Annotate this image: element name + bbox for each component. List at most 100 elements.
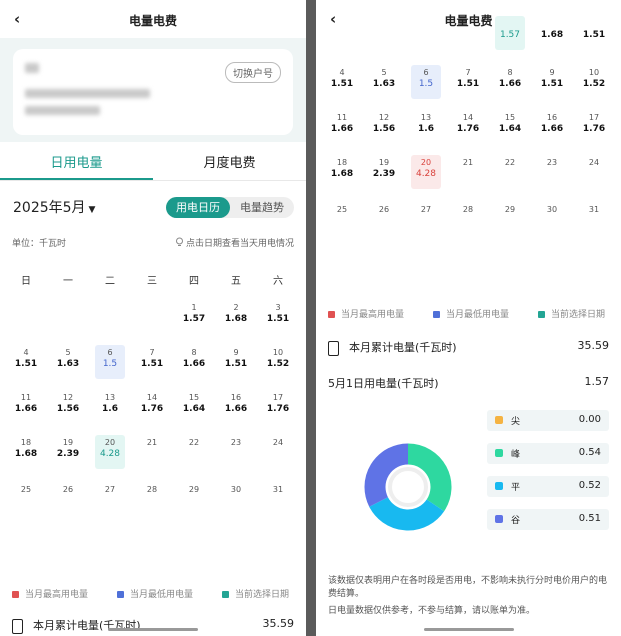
- calendar-day[interactable]: 7 1.51: [137, 345, 167, 379]
- calendar-day[interactable]: 14 1.76: [453, 110, 483, 144]
- calendar-day[interactable]: 9 1.51: [221, 345, 251, 379]
- legend-label: 当前选择日期: [551, 310, 606, 320]
- calendar-day[interactable]: 20 4.28: [95, 435, 125, 469]
- calendar-day[interactable]: 30: [537, 202, 567, 220]
- day-usage: 1.66: [224, 404, 248, 414]
- calendar-day[interactable]: 19 2.39: [53, 435, 83, 469]
- redacted-name: [25, 63, 39, 73]
- calendar-day[interactable]: 24: [263, 435, 293, 453]
- day-number: 10: [272, 348, 284, 357]
- calendar-day[interactable]: 15 1.64: [179, 390, 209, 424]
- calendar-day[interactable]: 22: [179, 435, 209, 453]
- calendar-day[interactable]: 31: [579, 202, 609, 220]
- calendar-day[interactable]: 13 1.6: [95, 390, 125, 424]
- calendar-day[interactable]: 8 1.66: [495, 65, 525, 99]
- period-donut-chart: [364, 443, 452, 531]
- day-usage: 1.66: [14, 404, 38, 414]
- calendar-day[interactable]: 21.68: [537, 16, 567, 50]
- calendar-day[interactable]: 4 1.51: [11, 345, 41, 379]
- calendar-day[interactable]: 12 1.56: [53, 390, 83, 424]
- calendar-day[interactable]: 23: [221, 435, 251, 453]
- calendar-day[interactable]: 23: [537, 155, 567, 173]
- calendar-day[interactable]: 25: [327, 202, 357, 220]
- day-number: 21: [462, 158, 474, 167]
- calendar-day[interactable]: 5 1.63: [369, 65, 399, 99]
- legend-label: 当月最低用电量: [130, 590, 194, 600]
- calendar-day[interactable]: 6 1.5: [95, 345, 125, 379]
- calendar-day[interactable]: 12 1.56: [369, 110, 399, 144]
- switch-account-button[interactable]: 切换户号: [225, 62, 281, 83]
- toggle-trend[interactable]: 电量趋势: [230, 197, 294, 218]
- calendar-day[interactable]: 7 1.51: [453, 65, 483, 99]
- calendar-day[interactable]: 4 1.51: [327, 65, 357, 99]
- calendar-day[interactable]: 16 1.66: [221, 390, 251, 424]
- calendar-day[interactable]: 31.51: [263, 300, 293, 334]
- weekday-label: 二: [105, 276, 115, 287]
- calendar-day[interactable]: 16 1.66: [537, 110, 567, 144]
- calendar-day[interactable]: 18 1.68: [11, 435, 41, 469]
- calendar-day[interactable]: 17 1.76: [263, 390, 293, 424]
- day-usage: 1.66: [498, 79, 522, 89]
- weekday-label: 三: [147, 276, 157, 287]
- tab-monthly[interactable]: 月度电费: [153, 152, 306, 171]
- calendar-day[interactable]: 10 1.52: [579, 65, 609, 99]
- calendar-day[interactable]: 17 1.76: [579, 110, 609, 144]
- calendar-day[interactable]: 21.68: [221, 300, 251, 334]
- calendar-day[interactable]: 9 1.51: [537, 65, 567, 99]
- day-number: 2: [233, 303, 239, 312]
- calendar-day[interactable]: 30: [221, 482, 251, 500]
- day-usage: 1.52: [582, 79, 606, 89]
- calendar-day[interactable]: 29: [179, 482, 209, 500]
- month-selector[interactable]: 2025年5月 ▼: [13, 197, 95, 217]
- legend-item-low: 当月最低用电量: [117, 587, 193, 600]
- day-usage: 1.57: [499, 30, 521, 40]
- month-total-row: 本月累计电量(千瓦时) 35.59: [328, 339, 609, 356]
- calendar-day[interactable]: 18 1.68: [327, 155, 357, 189]
- day-usage: 1.51: [540, 79, 564, 89]
- calendar-day[interactable]: 19 2.39: [369, 155, 399, 189]
- calendar-day[interactable]: 31.51: [579, 16, 609, 50]
- calendar-day[interactable]: 24: [579, 155, 609, 173]
- calendar-day[interactable]: 29: [495, 202, 525, 220]
- day-usage: 1.64: [182, 404, 206, 414]
- calendar-day[interactable]: 26: [369, 202, 399, 220]
- day-number: 4: [339, 68, 345, 77]
- calendar-day[interactable]: 11 1.66: [11, 390, 41, 424]
- calendar-day[interactable]: 25: [11, 482, 41, 500]
- calendar-day[interactable]: 11.57: [495, 16, 525, 50]
- calendar-day[interactable]: 15 1.64: [495, 110, 525, 144]
- header: ‹ 电量电费: [316, 0, 621, 38]
- calendar-day[interactable]: 11.57: [179, 300, 209, 334]
- calendar-day[interactable]: 10 1.52: [263, 345, 293, 379]
- calendar-day[interactable]: 8 1.66: [179, 345, 209, 379]
- calendar-day[interactable]: 26: [53, 482, 83, 500]
- calendar-day[interactable]: 28: [453, 202, 483, 220]
- legend-label: 当前选择日期: [235, 590, 290, 600]
- calendar-day[interactable]: 11 1.66: [327, 110, 357, 144]
- calendar-day[interactable]: 14 1.76: [137, 390, 167, 424]
- calendar-day[interactable]: 13 1.6: [411, 110, 441, 144]
- right-screen: ‹ 电量电费 11.5721.6831.5141.5151.6361.571.5…: [316, 0, 621, 636]
- tab-daily[interactable]: 日用电量: [0, 152, 153, 171]
- toggle-calendar[interactable]: 用电日历: [166, 197, 230, 218]
- tip-text: 点击日期查看当天用电情况: [175, 236, 294, 249]
- redacted-address: [25, 106, 100, 115]
- calendar-day[interactable]: 21: [137, 435, 167, 453]
- day-usage: 1.76: [266, 404, 290, 414]
- day-number: 12: [62, 393, 74, 402]
- calendar-day[interactable]: 22: [495, 155, 525, 173]
- calendar-day[interactable]: 5 1.63: [53, 345, 83, 379]
- period-swatch: [495, 515, 503, 523]
- calendar-day[interactable]: 6 1.5: [411, 65, 441, 99]
- day-number: 11: [336, 113, 348, 122]
- period-row: 平 0.52: [487, 476, 609, 497]
- day-number: 13: [104, 393, 116, 402]
- day-number: 15: [188, 393, 200, 402]
- calendar-day[interactable]: 27: [95, 482, 125, 500]
- day-usage: 1.66: [540, 124, 564, 134]
- calendar-day[interactable]: 21: [453, 155, 483, 173]
- calendar-day[interactable]: 28: [137, 482, 167, 500]
- calendar-day[interactable]: 20 4.28: [411, 155, 441, 189]
- calendar-day[interactable]: 27: [411, 202, 441, 220]
- calendar-day[interactable]: 31: [263, 482, 293, 500]
